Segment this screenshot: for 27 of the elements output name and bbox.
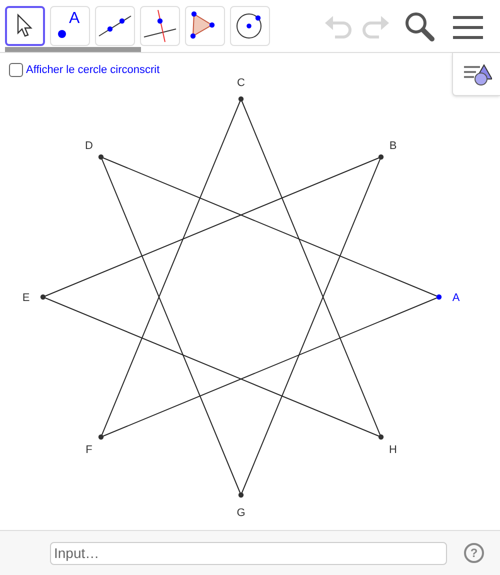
point-label: B bbox=[389, 140, 397, 152]
point[interactable] bbox=[378, 434, 384, 440]
point[interactable] bbox=[98, 154, 104, 160]
point-label: G bbox=[236, 507, 246, 519]
point-icon bbox=[57, 29, 67, 39]
line-icon bbox=[98, 14, 132, 38]
point-label: E bbox=[22, 292, 30, 304]
point-label: C bbox=[237, 77, 245, 89]
point[interactable] bbox=[378, 154, 384, 160]
perpendicular-line-icon bbox=[143, 9, 177, 43]
point[interactable] bbox=[40, 294, 46, 300]
shapes-list-icon bbox=[462, 62, 492, 86]
tool-button[interactable] bbox=[5, 6, 45, 46]
point-label: F bbox=[86, 444, 92, 456]
point-label: A bbox=[69, 11, 80, 27]
cursor-icon bbox=[15, 13, 35, 39]
point[interactable] bbox=[238, 492, 244, 498]
style-bar-button[interactable] bbox=[452, 53, 500, 96]
point-label: A bbox=[452, 292, 460, 304]
point-label: D bbox=[85, 140, 93, 152]
tool-button[interactable]: A bbox=[50, 6, 90, 46]
circumcircle-checkbox[interactable]: Afficher le cercle circonscrit bbox=[9, 62, 160, 78]
point[interactable] bbox=[436, 294, 442, 300]
point[interactable] bbox=[98, 434, 104, 440]
input-field[interactable]: Input… bbox=[50, 542, 447, 564]
point[interactable] bbox=[238, 96, 244, 102]
point-label: H bbox=[389, 444, 397, 456]
